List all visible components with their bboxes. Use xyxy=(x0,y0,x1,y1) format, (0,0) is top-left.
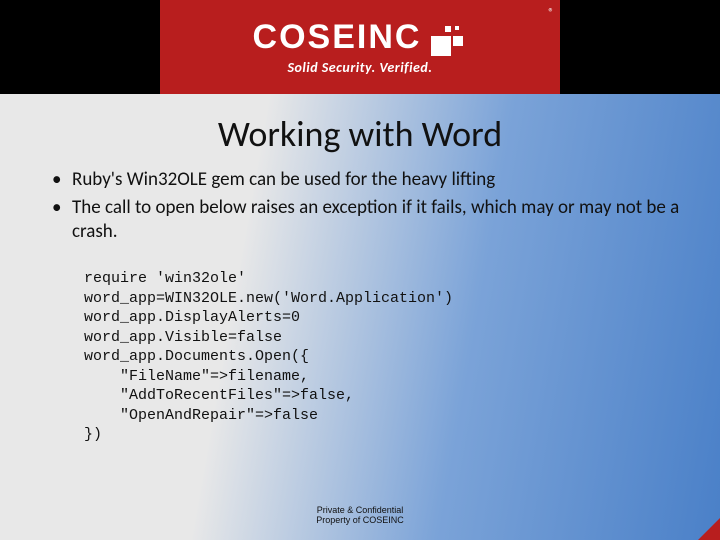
slide-title: Working with Word xyxy=(0,112,720,156)
tagline: Solid Security. Verified. xyxy=(287,59,432,76)
logo-icon xyxy=(431,20,467,56)
list-item: Ruby's Win32OLE gem can be used for the … xyxy=(52,168,690,192)
brand-name: COSEINC xyxy=(253,18,422,57)
registered-mark: ® xyxy=(548,6,554,19)
logo-row: COSEINC xyxy=(253,18,468,57)
header-bar: ® COSEINC Solid Security. Verified. xyxy=(0,0,720,94)
corner-accent-icon xyxy=(698,518,720,540)
footer: Private & Confidential Property of COSEI… xyxy=(0,506,720,526)
list-item: The call to open below raises an excepti… xyxy=(52,196,690,244)
logo-band: ® COSEINC Solid Security. Verified. xyxy=(160,0,560,94)
bullet-list: Ruby's Win32OLE gem can be used for the … xyxy=(0,168,720,243)
footer-line2: Property of COSEINC xyxy=(0,516,720,526)
code-block: require 'win32ole' word_app=WIN32OLE.new… xyxy=(84,269,690,445)
